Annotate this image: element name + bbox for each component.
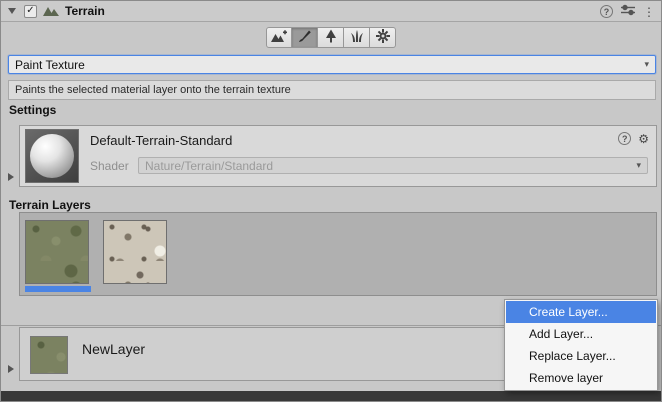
- paint-mode-dropdown[interactable]: Paint Texture ▾: [8, 55, 656, 74]
- new-layer-foldout-collapsed-icon[interactable]: [8, 365, 14, 373]
- paint-mode-value: Paint Texture: [15, 58, 85, 72]
- material-preview-thumbnail[interactable]: [25, 129, 79, 183]
- help-box: Paints the selected material layer onto …: [8, 80, 656, 100]
- tool-paint-trees-button[interactable]: [318, 27, 344, 48]
- settings-section-label: Settings: [9, 103, 56, 117]
- foldout-expanded-icon[interactable]: [8, 8, 16, 14]
- kebab-menu-icon[interactable]: ⋮: [643, 6, 655, 18]
- help-icon[interactable]: ?: [600, 5, 613, 18]
- window-bottom-edge: [1, 391, 661, 401]
- tool-paint-details-button[interactable]: [344, 27, 370, 48]
- terrain-layers-section-label: Terrain Layers: [9, 198, 91, 212]
- shader-label: Shader: [90, 159, 138, 173]
- terrain-material-element: Default-Terrain-Standard ? ⚙ Shader Natu…: [19, 125, 657, 187]
- mountain-plus-icon: [271, 29, 287, 46]
- shader-row: Shader Nature/Terrain/Standard ▾: [90, 157, 648, 174]
- shader-dropdown[interactable]: Nature/Terrain/Standard ▾: [138, 157, 648, 174]
- menu-item-add-layer[interactable]: Add Layer...: [506, 323, 656, 345]
- component-enabled-checkbox[interactable]: ✓: [24, 5, 37, 18]
- menu-item-remove-layer[interactable]: Remove layer: [506, 367, 656, 389]
- check-icon: ✓: [26, 6, 34, 16]
- help-box-text: Paints the selected material layer onto …: [15, 84, 291, 96]
- terrain-layers-palette: [19, 212, 657, 296]
- terrain-layer-rock-thumbnail[interactable]: [103, 220, 167, 284]
- chevron-down-icon: ▾: [644, 60, 649, 69]
- tool-terrain-settings-button[interactable]: [370, 27, 396, 48]
- gear-icon: [376, 29, 390, 46]
- material-name: Default-Terrain-Standard: [90, 133, 232, 148]
- presets-icon[interactable]: [621, 4, 635, 19]
- menu-item-replace-layer[interactable]: Replace Layer...: [506, 345, 656, 367]
- new-layer-thumbnail[interactable]: [30, 336, 68, 374]
- paint-brush-icon: [298, 29, 312, 46]
- layer-context-menu: Create Layer... Add Layer... Replace Lay…: [504, 299, 658, 391]
- material-sphere-preview: [30, 134, 74, 178]
- terrain-inspector-panel: ✓ Terrain ? ⋮: [0, 0, 662, 402]
- tree-icon: [324, 29, 338, 46]
- grass-details-icon: [350, 29, 364, 46]
- shader-value: Nature/Terrain/Standard: [145, 159, 273, 173]
- chevron-down-icon: ▾: [636, 161, 641, 170]
- component-title: Terrain: [65, 4, 105, 18]
- material-help-icon[interactable]: ?: [618, 132, 631, 145]
- material-gear-icon[interactable]: ⚙: [638, 133, 649, 145]
- material-foldout-collapsed-icon[interactable]: [8, 173, 14, 181]
- new-layer-name: NewLayer: [82, 341, 145, 357]
- terrain-tool-toolbar: [1, 27, 661, 48]
- component-header: ✓ Terrain ? ⋮: [1, 1, 661, 22]
- terrain-component-icon: [43, 5, 59, 17]
- terrain-layer-grass-thumbnail[interactable]: [25, 220, 89, 284]
- menu-item-create-layer[interactable]: Create Layer...: [506, 301, 656, 323]
- selected-layer-indicator: [25, 286, 91, 292]
- tool-create-neighbor-button[interactable]: [266, 27, 292, 48]
- tool-paint-terrain-button[interactable]: [292, 27, 318, 48]
